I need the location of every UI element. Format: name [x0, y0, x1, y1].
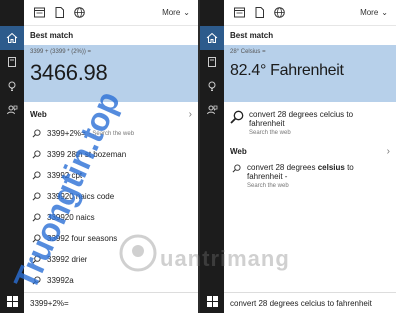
apps-icon — [34, 7, 45, 18]
web-suggestion-first[interactable]: 3399+2%= - Search the web — [24, 123, 198, 144]
cortana-panel-calculator: More ⌄ Best match 3399 + (3399 * (2%)) =… — [0, 0, 198, 313]
suggestion-text: 33992 cpt — [47, 171, 83, 180]
lightbulb-icon — [208, 81, 216, 91]
home-icon — [206, 32, 218, 43]
search-icon — [32, 255, 41, 264]
search-icon — [32, 192, 41, 201]
documents-icon — [55, 7, 64, 18]
suggestion-text: 3399+2%= — [47, 129, 86, 138]
best-match-title: Best match — [30, 31, 74, 40]
suggestion-text: convert 28 degrees celsius to fahrenheit… — [247, 163, 354, 181]
conversion-result-card[interactable]: 28° Celsius = 82.4° Fahrenheit — [224, 45, 396, 102]
cortana-panel-conversion: More ⌄ Best match 28° Celsius = 82.4° Fa… — [200, 0, 396, 313]
search-icon — [32, 276, 41, 285]
notebook-icon — [208, 57, 216, 67]
chevron-down-icon: ⌄ — [381, 8, 388, 17]
chevron-right-icon[interactable]: › — [189, 109, 192, 120]
search-icon — [32, 213, 41, 222]
suggestion-hint: - Search the web — [88, 130, 135, 137]
web-suggestion-second[interactable]: convert 28 degrees celsius to fahrenheit… — [224, 160, 396, 189]
windows-icon[interactable] — [207, 296, 218, 307]
web-title: Web — [230, 147, 247, 156]
home-button[interactable] — [0, 26, 24, 50]
web-suggestion-top[interactable]: convert 28 degrees celcius to fahrenheit… — [224, 102, 396, 136]
right-content: More ⌄ Best match 28° Celsius = 82.4° Fa… — [224, 0, 396, 313]
suggestion-text: 339920 naics — [47, 213, 95, 222]
notebook-icon — [8, 57, 16, 67]
apps-filter[interactable] — [34, 7, 45, 18]
filter-bar: More ⌄ — [24, 0, 198, 26]
feedback-button[interactable] — [0, 98, 24, 122]
suggestion-text: convert 28 degrees celcius to fahrenheit — [249, 110, 354, 128]
feedback-icon — [207, 105, 218, 115]
apps-icon — [234, 7, 245, 18]
chevron-down-icon: ⌄ — [183, 8, 190, 17]
apps-filter[interactable] — [234, 7, 245, 18]
calc-expression: 3399 + (3399 * (2%)) = — [30, 49, 92, 55]
search-icon — [230, 110, 244, 124]
web-title: Web — [30, 110, 47, 119]
left-content: More ⌄ Best match 3399 + (3399 * (2%)) =… — [24, 0, 198, 313]
suggestion-list: 3399 28th st bozeman 33992 cpt 339920 naic… — [24, 144, 198, 291]
notebook-button[interactable] — [200, 50, 224, 74]
more-dropdown[interactable]: More ⌄ — [360, 8, 388, 17]
more-dropdown[interactable]: More ⌄ — [162, 8, 190, 17]
feedback-icon — [7, 105, 18, 115]
notebook-button[interactable] — [0, 50, 24, 74]
documents-icon — [255, 7, 264, 18]
search-icon — [32, 171, 41, 180]
web-section-header: Web › — [224, 136, 396, 160]
home-button[interactable] — [200, 26, 224, 50]
right-rail — [200, 0, 224, 313]
web-suggestion[interactable]: 33992a — [24, 270, 198, 291]
suggestion-text: 339920 naics code — [47, 192, 115, 201]
web-filter[interactable] — [74, 7, 85, 18]
feedback-button[interactable] — [200, 98, 224, 122]
suggestion-text: 33992 four seasons — [47, 234, 118, 243]
web-icon — [274, 7, 285, 18]
documents-filter[interactable] — [54, 7, 65, 18]
web-suggestion[interactable]: 3399 28th st bozeman — [24, 144, 198, 165]
more-label: More — [162, 8, 181, 17]
web-suggestion[interactable]: 33992 cpt — [24, 165, 198, 186]
suggestion-text: 33992 drier — [47, 255, 88, 264]
suggestion-text: 3399 28th st bozeman — [47, 150, 127, 159]
search-icon — [32, 234, 41, 243]
suggestion-hint: Search the web — [247, 183, 289, 189]
web-suggestion[interactable]: 33992 drier — [24, 249, 198, 270]
search-icon — [232, 164, 241, 173]
home-icon — [6, 32, 18, 43]
web-icon — [74, 7, 85, 18]
left-rail — [0, 0, 24, 313]
search-icon — [32, 129, 41, 138]
calculator-result-card[interactable]: 3399 + (3399 * (2%)) = 3466.98 — [24, 45, 198, 102]
search-input[interactable]: convert 28 degrees celcius to fahrenheit — [224, 292, 396, 313]
windows-icon[interactable] — [7, 296, 18, 307]
documents-filter[interactable] — [254, 7, 265, 18]
web-section-header: Web › — [24, 102, 198, 123]
suggestion-hint: Search the web — [249, 130, 291, 136]
reminders-button[interactable] — [0, 74, 24, 98]
search-input[interactable]: 3399+2%= — [24, 292, 198, 313]
reminders-button[interactable] — [200, 74, 224, 98]
conversion-expression: 28° Celsius = — [230, 49, 266, 55]
web-suggestion[interactable]: 339920 naics — [24, 207, 198, 228]
more-label: More — [360, 8, 379, 17]
search-icon — [32, 150, 41, 159]
chevron-right-icon[interactable]: › — [387, 146, 390, 157]
lightbulb-icon — [8, 81, 16, 91]
suggestion-text: 33992a — [47, 276, 74, 285]
web-suggestion[interactable]: 33992 four seasons — [24, 228, 198, 249]
web-filter[interactable] — [274, 7, 285, 18]
conversion-result: 82.4° Fahrenheit — [230, 62, 344, 79]
calc-result: 3466.98 — [30, 60, 108, 85]
best-match-title: Best match — [230, 31, 274, 40]
filter-bar: More ⌄ — [224, 0, 396, 26]
web-suggestion[interactable]: 339920 naics code — [24, 186, 198, 207]
